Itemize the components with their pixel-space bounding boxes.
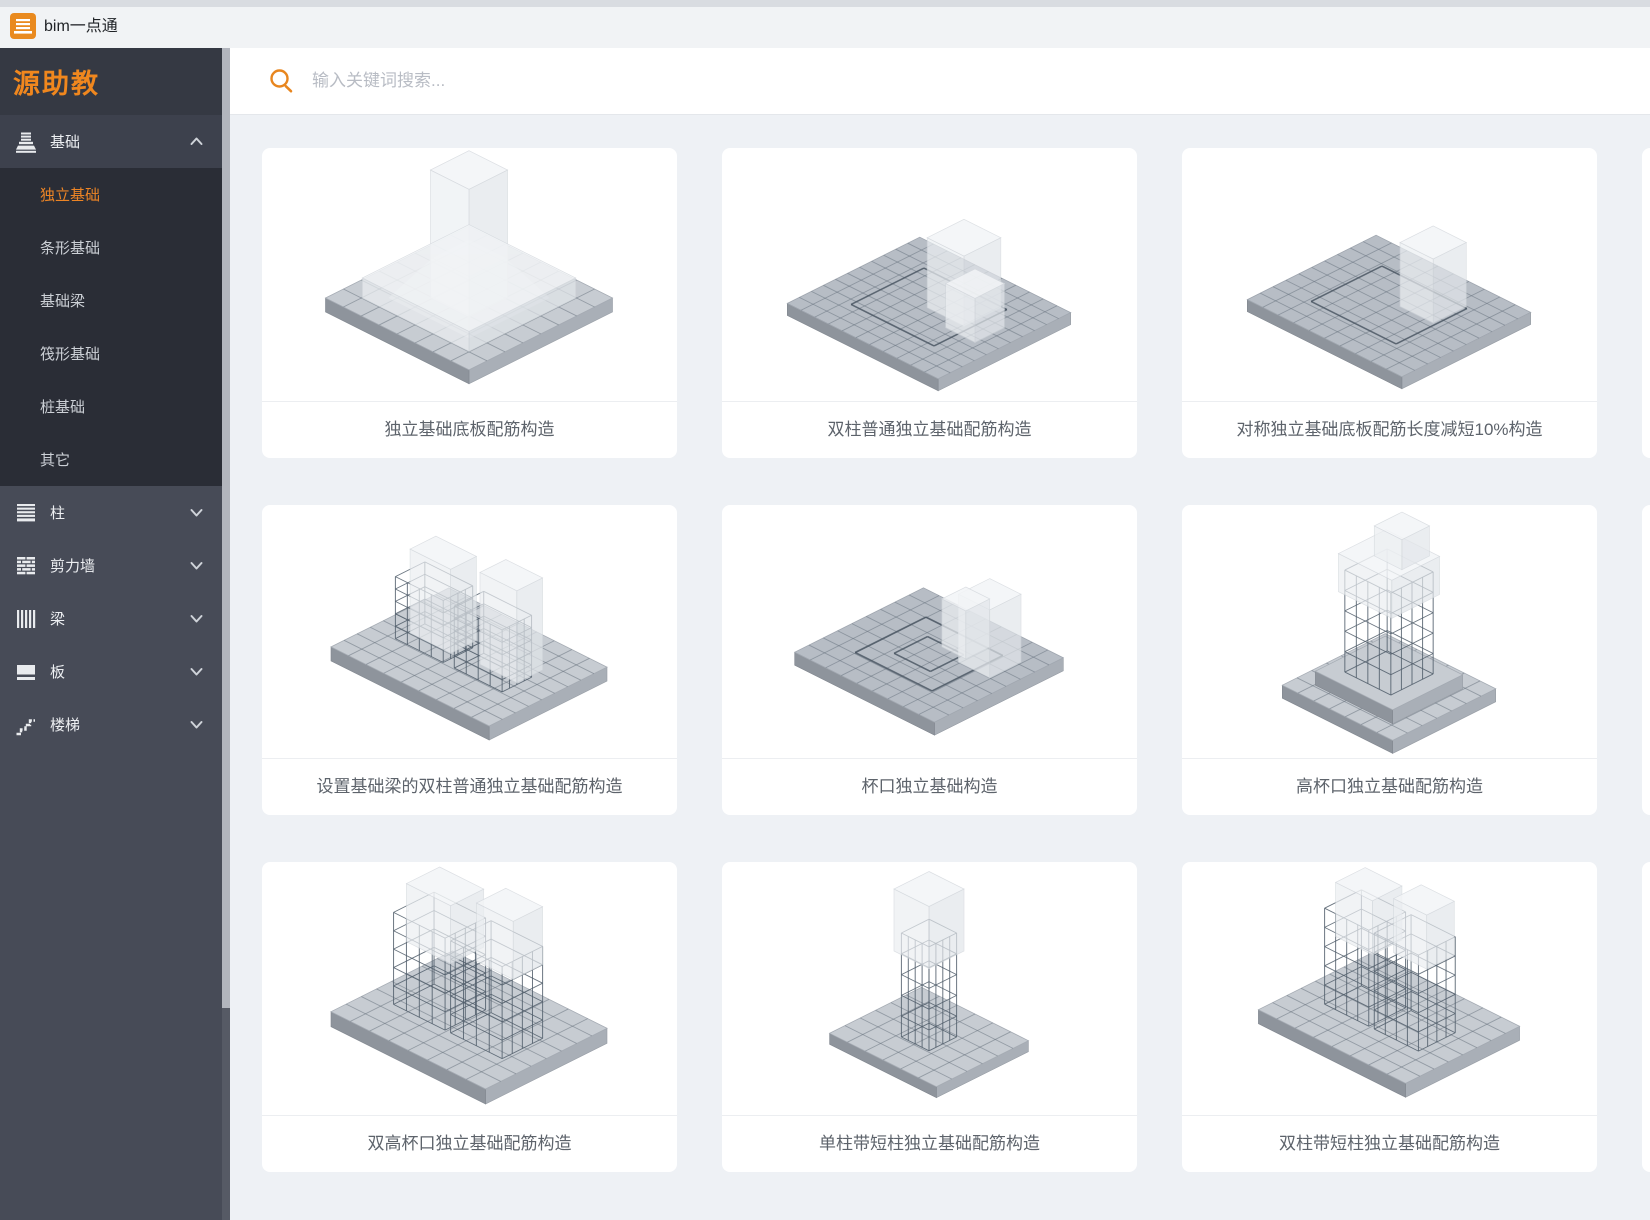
chevron-down-icon [189,611,204,626]
card-5[interactable]: 高杯口独立基础配筋构造 [1182,505,1597,815]
submenu-item-label: 基础梁 [40,290,85,311]
sidebar-nav: 基础独立基础条形基础基础梁筏形基础桩基础其它柱剪力墙梁板楼梯 [0,115,222,751]
window-top-strip [0,0,1650,7]
card-thumbnail-image [1182,148,1597,401]
foundation-icon [14,130,38,154]
sidebar-scrollbar[interactable] [222,48,230,1220]
submenu-item-label: 筏形基础 [40,343,100,364]
card-thumbnail-image [262,862,677,1115]
card-grid: 独立基础底板配筋构造双柱普通独立基础配筋构造对称独立基础底板配筋长度减短10%构… [230,115,1650,1220]
sidebar: 源助教 基础独立基础条形基础基础梁筏形基础桩基础其它柱剪力墙梁板楼梯 [0,48,222,1220]
submenu-item-3[interactable]: 筏形基础 [0,327,222,380]
submenu: 独立基础条形基础基础梁筏形基础桩基础其它 [0,168,222,486]
sidebar-item-0[interactable]: 基础 [0,115,222,168]
card-8[interactable]: 双柱带短柱独立基础配筋构造 [1182,862,1597,1172]
submenu-item-label: 其它 [40,449,70,470]
sidebar-item-label: 板 [50,661,65,682]
search-input[interactable] [310,70,1014,92]
chevron-down-icon [189,664,204,679]
card-title: 单柱带短柱独立基础配筋构造 [722,1115,1137,1172]
card-2[interactable]: 对称独立基础底板配筋长度减短10%构造 [1182,148,1597,458]
search-bar [230,48,1650,115]
site-favicon-icon [10,13,36,39]
card-4[interactable]: 杯口独立基础构造 [722,505,1137,815]
sidebar-item-label: 剪力墙 [50,555,95,576]
submenu-item-label: 条形基础 [40,237,100,258]
slab-icon [14,660,38,684]
scrollbar-thumb[interactable] [222,48,230,1008]
card-title: 双高杯口独立基础配筋构造 [262,1115,677,1172]
column-icon [14,501,38,525]
submenu-item-0[interactable]: 独立基础 [0,168,222,221]
chevron-down-icon [189,717,204,732]
submenu-item-label: 桩基础 [40,396,85,417]
card-title: 对称独立基础底板配筋长度减短10%构造 [1182,401,1597,458]
submenu-item-5[interactable]: 其它 [0,433,222,486]
card-thumbnail-image [722,862,1137,1115]
sidebar-item-label: 梁 [50,608,65,629]
card-thumbnail-image [262,148,677,401]
chevron-down-icon [189,505,204,520]
sidebar-item-2[interactable]: 剪力墙 [0,539,222,592]
card-7[interactable]: 单柱带短柱独立基础配筋构造 [722,862,1137,1172]
sidebar-item-5[interactable]: 楼梯 [0,698,222,751]
submenu-item-1[interactable]: 条形基础 [0,221,222,274]
browser-tab-bar: bim一点通 [0,0,1650,49]
app-logo[interactable]: 源助教 [0,48,222,115]
submenu-item-4[interactable]: 桩基础 [0,380,222,433]
card-title: 高杯口独立基础配筋构造 [1182,758,1597,815]
card-partial-2[interactable] [1642,862,1650,1172]
sidebar-item-1[interactable]: 柱 [0,486,222,539]
sidebar-item-3[interactable]: 梁 [0,592,222,645]
card-title: 独立基础底板配筋构造 [262,401,677,458]
card-thumbnail-image [722,505,1137,758]
chevron-down-icon [189,558,204,573]
card-6[interactable]: 双高杯口独立基础配筋构造 [262,862,677,1172]
card-thumbnail-image [1182,505,1597,758]
sidebar-item-4[interactable]: 板 [0,645,222,698]
beam-icon [14,607,38,631]
card-thumbnail-image [262,505,677,758]
card-0[interactable]: 独立基础底板配筋构造 [262,148,677,458]
submenu-item-label: 独立基础 [40,184,100,205]
card-title: 设置基础梁的双柱普通独立基础配筋构造 [262,758,677,815]
card-partial-0[interactable] [1642,148,1650,458]
submenu-item-2[interactable]: 基础梁 [0,274,222,327]
search-icon [268,67,296,95]
app-window: bim一点通 源助教 基础独立基础条形基础基础梁筏形基础桩基础其它柱剪力墙梁板楼… [0,0,1650,1220]
browser-tab-title[interactable]: bim一点通 [44,0,118,48]
card-3[interactable]: 设置基础梁的双柱普通独立基础配筋构造 [262,505,677,815]
card-thumbnail-image [722,148,1137,401]
sidebar-item-label: 楼梯 [50,714,80,735]
card-thumbnail-image [1182,862,1597,1115]
chevron-up-icon [189,134,204,149]
card-title: 杯口独立基础构造 [722,758,1137,815]
card-1[interactable]: 双柱普通独立基础配筋构造 [722,148,1137,458]
stairs-icon [14,713,38,737]
card-title: 双柱普通独立基础配筋构造 [722,401,1137,458]
card-partial-1[interactable] [1642,505,1650,815]
sidebar-item-label: 柱 [50,502,65,523]
sidebar-item-label: 基础 [50,131,80,152]
shear-wall-icon [14,554,38,578]
card-title: 双柱带短柱独立基础配筋构造 [1182,1115,1597,1172]
